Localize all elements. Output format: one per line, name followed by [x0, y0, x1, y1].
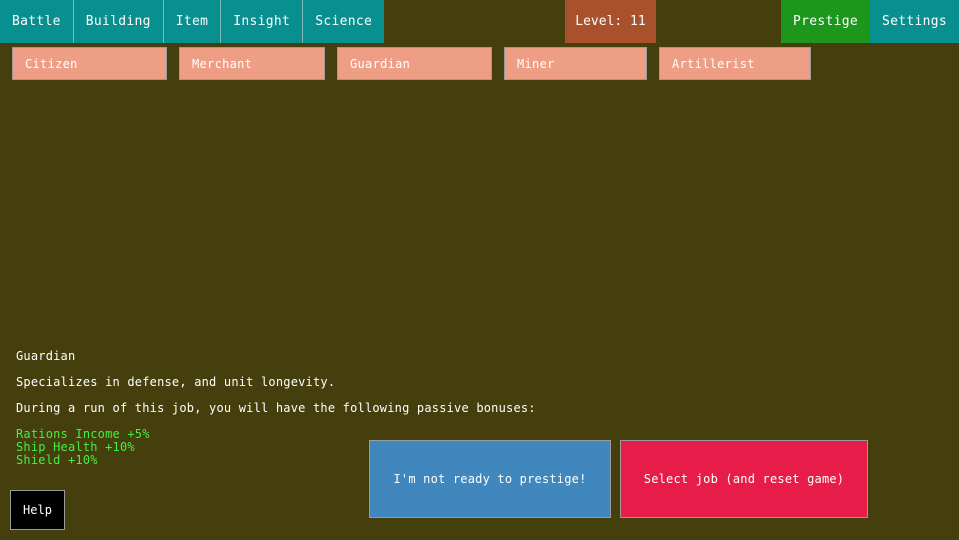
job-title: Guardian [16, 350, 716, 363]
tab-item-label: Item [176, 14, 209, 29]
nav-left-group: Battle Building Item Insight Science [0, 0, 384, 43]
tab-insight[interactable]: Insight [221, 0, 303, 43]
bonus-line: Shield +10% [16, 454, 716, 467]
not-ready-to-prestige-button[interactable]: I'm not ready to prestige! [369, 440, 611, 518]
tab-insight-label: Insight [233, 14, 290, 29]
job-tab-artillerist[interactable]: Artillerist [659, 47, 811, 80]
help-button-label: Help [23, 503, 52, 517]
job-summary: Specializes in defense, and unit longevi… [16, 376, 716, 389]
select-job-and-reset-button[interactable]: Select job (and reset game) [620, 440, 868, 518]
tab-science[interactable]: Science [303, 0, 384, 43]
job-tab-miner[interactable]: Miner [504, 47, 647, 80]
tab-building-label: Building [86, 14, 151, 29]
tab-prestige[interactable]: Prestige [781, 0, 870, 43]
job-tab-citizen-label: Citizen [25, 57, 78, 71]
job-tab-miner-label: Miner [517, 57, 555, 71]
job-tab-merchant-label: Merchant [192, 57, 252, 71]
job-tab-artillerist-label: Artillerist [672, 57, 755, 71]
nav-right-group: Prestige Settings [781, 0, 959, 43]
tab-building[interactable]: Building [74, 0, 164, 43]
job-tab-guardian-label: Guardian [350, 57, 410, 71]
help-button[interactable]: Help [10, 490, 65, 530]
tab-prestige-label: Prestige [793, 14, 858, 29]
bonus-list: Rations Income +5% Ship Health +10% Shie… [16, 428, 716, 467]
tab-battle-label: Battle [12, 14, 61, 29]
not-ready-to-prestige-label: I'm not ready to prestige! [393, 472, 586, 486]
top-navigation-bar: Battle Building Item Insight Science Lev… [0, 0, 959, 43]
level-badge-label: Level: 11 [575, 14, 645, 29]
tab-settings[interactable]: Settings [870, 0, 959, 43]
select-job-and-reset-label: Select job (and reset game) [644, 472, 844, 486]
bonus-line: Ship Health +10% [16, 441, 716, 454]
job-tab-merchant[interactable]: Merchant [179, 47, 325, 80]
tab-science-label: Science [315, 14, 372, 29]
bonus-intro: During a run of this job, you will have … [16, 402, 716, 415]
job-tab-citizen[interactable]: Citizen [12, 47, 167, 80]
level-badge: Level: 11 [565, 0, 656, 43]
tab-settings-label: Settings [882, 14, 947, 29]
job-tab-guardian[interactable]: Guardian [337, 47, 492, 80]
tab-item[interactable]: Item [164, 0, 222, 43]
job-description-panel: Guardian Specializes in defense, and uni… [16, 350, 716, 467]
job-tabs-row: Citizen Merchant Guardian Miner Artiller… [0, 47, 959, 80]
tab-battle[interactable]: Battle [0, 0, 74, 43]
